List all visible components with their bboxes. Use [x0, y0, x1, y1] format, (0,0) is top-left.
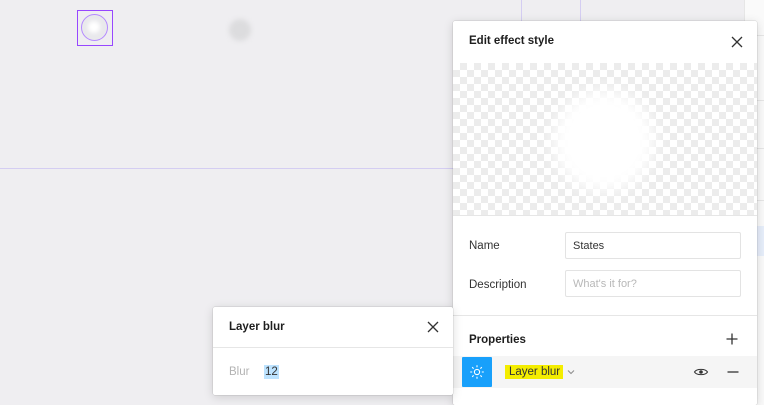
add-effect-icon[interactable]	[725, 332, 739, 346]
circle-shape	[81, 14, 108, 41]
layout-guide-vertical	[580, 0, 581, 22]
close-icon[interactable]	[426, 320, 440, 334]
description-label: Description	[469, 279, 527, 291]
panel-title: Edit effect style	[469, 35, 554, 47]
effect-preview	[453, 63, 757, 215]
selected-circle-node[interactable]	[77, 10, 113, 46]
description-field[interactable]	[565, 270, 741, 297]
divider	[213, 347, 453, 348]
blurred-circle-node[interactable]	[229, 19, 251, 41]
effect-type-dropdown[interactable]: Layer blur	[505, 364, 575, 380]
sun-icon	[470, 365, 484, 379]
effect-type-label: Layer blur	[505, 365, 564, 379]
effect-settings-button[interactable]	[462, 357, 492, 387]
name-field[interactable]	[565, 232, 741, 259]
panel-header: Edit effect style	[453, 21, 757, 63]
chevron-down-icon	[567, 370, 575, 375]
edit-effect-style-panel: Edit effect style Name Description Prope…	[453, 21, 757, 405]
close-icon[interactable]	[730, 35, 744, 49]
blurred-circle-preview	[554, 91, 654, 191]
layer-blur-panel: Layer blur Blur 12	[213, 307, 453, 395]
divider	[453, 315, 757, 316]
blur-value-input[interactable]: 12	[264, 365, 279, 379]
properties-heading: Properties	[469, 334, 526, 346]
layout-guide-vertical	[521, 0, 522, 22]
blur-label: Blur	[229, 366, 250, 378]
name-label: Name	[469, 240, 500, 252]
remove-effect-icon[interactable]	[726, 365, 740, 379]
panel-title: Layer blur	[229, 321, 285, 333]
eye-icon[interactable]	[693, 365, 709, 379]
effect-row: Layer blur	[453, 356, 757, 388]
divider	[453, 215, 757, 216]
